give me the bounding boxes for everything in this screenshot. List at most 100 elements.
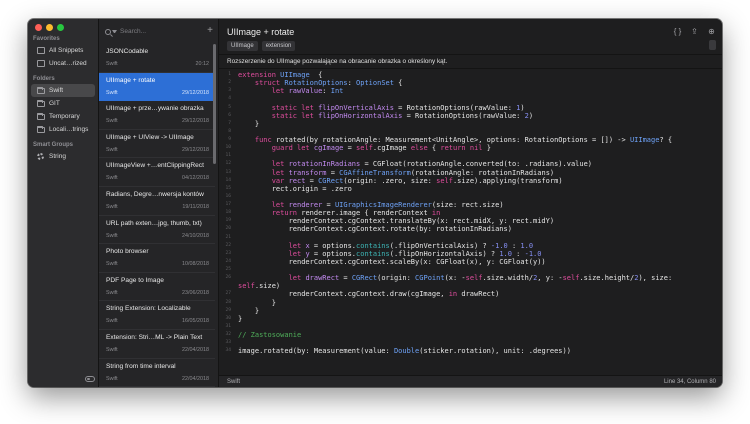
code-line: var rect = CGRect(origin: .zero, size: s… bbox=[238, 177, 718, 185]
code-token: } bbox=[238, 298, 276, 307]
sidebar-item-all-snippets[interactable]: All Snippets bbox=[28, 44, 98, 57]
snippet-list-item[interactable]: URL path exten…jpg, thumb, txt) Swift 24/1… bbox=[99, 216, 215, 245]
line-number: 30 bbox=[225, 315, 231, 321]
code-token: = options. bbox=[309, 241, 357, 250]
snippet-item-meta: Swift 20:12 bbox=[106, 61, 209, 67]
code-token: (x: - bbox=[444, 274, 466, 283]
snippet-list-item[interactable]: PDF Page to Image Swift 23/06/2018 bbox=[99, 273, 215, 302]
braces-icon[interactable]: { } bbox=[673, 27, 682, 36]
code-line: } bbox=[238, 299, 718, 307]
code-token: rotated(by rotationAngle: Measurement<Un… bbox=[275, 136, 630, 144]
snippet-item-title: Photo browser bbox=[106, 248, 149, 256]
code-token: in bbox=[431, 209, 441, 218]
snippet-list-item[interactable]: UIImage + rotate Swift 29/12/2018 bbox=[99, 72, 215, 102]
zoom-window-button[interactable] bbox=[57, 24, 64, 31]
snippet-item-meta: Swift 10/08/2018 bbox=[106, 261, 209, 267]
code-token: renderer bbox=[288, 201, 323, 209]
search-input[interactable] bbox=[120, 28, 200, 35]
snippet-item-date: 10/08/2018 bbox=[182, 261, 209, 268]
code-token: else bbox=[410, 144, 432, 153]
inbox-icon bbox=[37, 60, 45, 67]
sidebar-item-uncategorized[interactable]: Uncat…rized bbox=[28, 57, 98, 70]
snippet-item-language: Swift bbox=[106, 118, 118, 125]
snippet-item-meta: Swift 16/05/2018 bbox=[106, 318, 209, 324]
line-number: 22 bbox=[225, 242, 231, 248]
snippet-list-item[interactable]: UIImage + prze…ywanie obrazka Swift 29/12/… bbox=[99, 101, 215, 130]
line-number: 8 bbox=[228, 128, 231, 134]
toggle-icon[interactable] bbox=[85, 376, 95, 382]
sidebar-item-localizable-strings[interactable]: Locali…trings bbox=[28, 123, 98, 136]
line-number: 27 bbox=[225, 291, 231, 297]
sidebar-item-label: Uncat…rized bbox=[49, 60, 87, 67]
snippet-list-item[interactable]: UIImageView +…entClippingRect Swift 04/12/… bbox=[99, 158, 215, 187]
code-text[interactable]: extension UIImage { struct RotationOptio… bbox=[238, 71, 718, 355]
code-token: UIGraphicsImageRenderer bbox=[334, 201, 432, 209]
snippet-item-date: 29/12/2018 bbox=[182, 146, 209, 153]
add-circle-icon[interactable]: ⊕ bbox=[707, 27, 716, 36]
sidebar-section-folders: Folders Swift GIT Temporary Locali…tring… bbox=[28, 75, 98, 136]
code-token: { bbox=[393, 79, 403, 88]
line-number: 12 bbox=[225, 161, 231, 167]
list-scrollbar[interactable] bbox=[213, 44, 216, 164]
snippet-item-language: Swift bbox=[106, 232, 118, 239]
snippet-list-item[interactable]: JSONCodable Swift 20:12 bbox=[99, 44, 215, 73]
code-token: static let bbox=[271, 103, 319, 112]
code-token: let bbox=[271, 87, 289, 96]
code-token: (.flipOnHorizontalAxis) ? bbox=[389, 249, 500, 258]
sidebar-item-temporary[interactable]: Temporary bbox=[28, 110, 98, 123]
code-token: (origin: bbox=[377, 274, 416, 283]
tag[interactable]: UIImage bbox=[227, 41, 258, 51]
close-window-button[interactable] bbox=[35, 24, 42, 31]
line-number: 2 bbox=[228, 80, 231, 86]
snippet-item-language: Swift bbox=[106, 89, 118, 96]
sidebar-item-git[interactable]: GIT bbox=[28, 97, 98, 110]
code-line: image.rotated(by: Measurement(value: Dou… bbox=[238, 347, 718, 355]
minimize-window-button[interactable] bbox=[46, 24, 53, 31]
snippet-item-date: 20:12 bbox=[195, 61, 210, 67]
code-editor[interactable]: 1 2 3 4 5 6 7 8 9 10 11 12 13 14 15 16 17 18 19 20 21 22 23 24 2… bbox=[219, 71, 722, 375]
snippet-item-title: UIImage + prze…ywanie obrazka bbox=[106, 105, 204, 113]
line-number: 17 bbox=[225, 202, 231, 207]
search-icon[interactable] bbox=[105, 28, 111, 35]
snippet-list-item[interactable]: String Extension: Localizable Swift 16/05/… bbox=[99, 301, 215, 330]
chevron-down-icon[interactable] bbox=[112, 30, 117, 33]
code-token: rotationInRadians bbox=[288, 160, 361, 169]
snippet-item-title: String Extension: Localizable bbox=[106, 305, 191, 313]
snippet-list-item[interactable]: String from time interval Swift 22/04/2018 bbox=[99, 359, 215, 387]
status-language[interactable]: Swift bbox=[227, 379, 240, 385]
snippet-list-item[interactable]: Radians, Degre…nwersja kontów Swift 19/11/… bbox=[99, 187, 215, 216]
add-snippet-button[interactable]: + bbox=[207, 25, 213, 37]
tag-scroll-handle[interactable] bbox=[709, 40, 716, 50]
code-token: self bbox=[465, 274, 483, 283]
code-token: image.rotated(by: Measurement(value: bbox=[238, 347, 394, 356]
code-token: .cgImage bbox=[372, 144, 411, 153]
code-token: : bbox=[511, 249, 525, 258]
code-token: static let bbox=[271, 111, 319, 120]
code-token: self bbox=[356, 144, 373, 153]
code-line: renderContext.cgContext.translateBy(x: r… bbox=[238, 217, 718, 225]
tag[interactable]: extension bbox=[261, 41, 296, 51]
snippet-list-item[interactable]: UIImage + UIView -> UIImage Swift 29/12/20… bbox=[99, 130, 215, 159]
code-line: func rotated(by rotationAngle: Measureme… bbox=[238, 136, 718, 144]
code-token: self bbox=[562, 274, 580, 283]
snippet-item-date: 22/04/2018 bbox=[182, 346, 209, 353]
snippet-title[interactable]: UIImage + rotate bbox=[227, 27, 294, 37]
snippet-list-item[interactable]: Photo browser Swift 10/08/2018 bbox=[99, 244, 215, 273]
sidebar-item-swift[interactable]: Swift bbox=[31, 84, 95, 97]
code-token: OptionSet bbox=[356, 79, 394, 88]
sidebar-item-string[interactable]: String bbox=[28, 150, 98, 163]
status-cursor-position: Line 34, Column 80 bbox=[663, 378, 716, 385]
snippet-list-item[interactable]: Extension: Stri…ML -> Plain Text Swift 22/… bbox=[99, 330, 215, 359]
line-number: 9 bbox=[228, 137, 231, 142]
line-number: 32 bbox=[225, 332, 231, 338]
snippet-description[interactable]: Rozszerzenie do UIImage pozwalające na o… bbox=[227, 58, 447, 65]
snippet-item-meta: Swift 29/12/2018 bbox=[106, 90, 209, 96]
code-token: drawRect bbox=[305, 274, 340, 283]
share-icon[interactable]: ⇪ bbox=[690, 27, 699, 36]
